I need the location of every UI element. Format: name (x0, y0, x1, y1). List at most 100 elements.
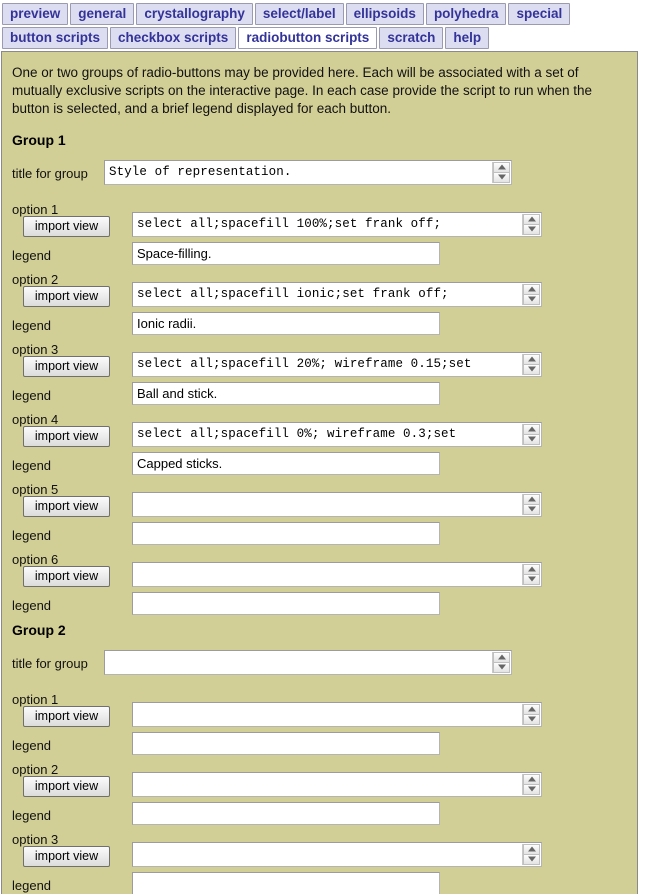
tab-button-scripts[interactable]: button scripts (2, 27, 108, 49)
legend-input[interactable]: Capped sticks. (132, 452, 440, 475)
option-row: option 1 import view (12, 692, 627, 732)
tab-polyhedra[interactable]: polyhedra (425, 3, 507, 25)
tab-preview[interactable]: preview (2, 3, 69, 25)
legend-label: legend (12, 458, 52, 473)
option-script-input-spinner[interactable] (522, 844, 540, 865)
import-view-button[interactable]: import view (23, 216, 110, 237)
option-script-input[interactable]: select all;spacefill 20%; wireframe 0.15… (132, 352, 542, 377)
spinner-down-icon[interactable] (523, 714, 540, 725)
legend-input[interactable] (132, 522, 440, 545)
import-view-button[interactable]: import view (23, 496, 110, 517)
import-view-button[interactable]: import view (23, 356, 110, 377)
import-view-button[interactable]: import view (23, 776, 110, 797)
group-title-input-value: Style of representation. (109, 165, 292, 179)
legend-input[interactable]: Ionic radii. (132, 312, 440, 335)
spinner-up-icon[interactable] (493, 162, 510, 173)
spinner-down-icon[interactable] (523, 294, 540, 305)
option-script-input[interactable] (132, 842, 542, 867)
option-script-input-value: select all;spacefill 100%;set frank off; (137, 217, 442, 231)
option-script-input-spinner[interactable] (522, 494, 540, 515)
option-script-input-spinner[interactable] (522, 354, 540, 375)
legend-row: legend (12, 592, 627, 622)
group-title-input[interactable]: Style of representation. (104, 160, 512, 185)
option-script-input-value: select all;spacefill ionic;set frank off… (137, 287, 449, 301)
option-row: option 6 import view (12, 552, 627, 592)
import-view-button[interactable]: import view (23, 286, 110, 307)
group-title-input[interactable] (104, 650, 512, 675)
tab-help[interactable]: help (445, 27, 490, 49)
legend-label: legend (12, 248, 52, 263)
import-view-button[interactable]: import view (23, 846, 110, 867)
spinner-up-icon[interactable] (493, 652, 510, 663)
tab-select-label[interactable]: select/label (254, 3, 344, 25)
legend-input-value: Space-filling. (137, 246, 212, 261)
spinner-down-icon[interactable] (493, 172, 510, 183)
legend-label: legend (12, 318, 52, 333)
option-label: option 1 (12, 692, 59, 707)
import-view-button[interactable]: import view (23, 566, 110, 587)
spinner-up-icon[interactable] (523, 564, 540, 575)
tab-ellipsoids[interactable]: ellipsoids (345, 3, 424, 25)
legend-input[interactable]: Ball and stick. (132, 382, 440, 405)
option-script-input-spinner[interactable] (522, 284, 540, 305)
tab-scratch[interactable]: scratch (379, 27, 444, 49)
spinner-up-icon[interactable] (523, 354, 540, 365)
option-label: option 3 (12, 832, 59, 847)
tab-bar[interactable]: preview general crystallography select/labe… (0, 0, 650, 51)
legend-row: legend (12, 732, 627, 762)
spinner-down-icon[interactable] (523, 504, 540, 515)
legend-input[interactable] (132, 592, 440, 615)
spinner-up-icon[interactable] (523, 494, 540, 505)
tab-general[interactable]: general (70, 3, 135, 25)
option-label: option 4 (12, 412, 59, 427)
import-view-button[interactable]: import view (23, 706, 110, 727)
import-view-button[interactable]: import view (23, 426, 110, 447)
spinner-down-icon[interactable] (523, 574, 540, 585)
tab-radiobutton-scripts[interactable]: radiobutton scripts (238, 27, 378, 49)
group-heading: Group 1 (12, 132, 66, 148)
group-title-input-spinner[interactable] (492, 162, 510, 183)
option-script-input[interactable]: select all;spacefill 0%; wireframe 0.3;s… (132, 422, 542, 447)
option-script-input[interactable] (132, 492, 542, 517)
spinner-down-icon[interactable] (523, 854, 540, 865)
option-script-input[interactable]: select all;spacefill ionic;set frank off… (132, 282, 542, 307)
option-script-input[interactable] (132, 702, 542, 727)
legend-input[interactable]: Space-filling. (132, 242, 440, 265)
spinner-down-icon[interactable] (523, 364, 540, 375)
legend-label: legend (12, 878, 52, 893)
spinner-up-icon[interactable] (523, 844, 540, 855)
spinner-up-icon[interactable] (523, 424, 540, 435)
option-script-input-spinner[interactable] (522, 774, 540, 795)
option-script-input[interactable] (132, 772, 542, 797)
option-script-input-spinner[interactable] (522, 564, 540, 585)
content-panel: One or two groups of radio-buttons may b… (1, 51, 638, 894)
legend-input[interactable] (132, 732, 440, 755)
legend-input-value: Capped sticks. (137, 456, 223, 471)
group-title-label: title for group (12, 166, 88, 181)
option-row: option 1 import view select all;spacefill … (12, 202, 627, 242)
legend-row: legend (12, 802, 627, 832)
option-label: option 2 (12, 272, 59, 287)
option-script-input-spinner[interactable] (522, 214, 540, 235)
group-title-input-spinner[interactable] (492, 652, 510, 673)
spinner-up-icon[interactable] (523, 704, 540, 715)
tab-special[interactable]: special (508, 3, 571, 25)
tab-crystallography[interactable]: crystallography (136, 3, 253, 25)
spinner-down-icon[interactable] (493, 662, 510, 673)
option-script-input[interactable]: select all;spacefill 100%;set frank off; (132, 212, 542, 237)
option-script-input[interactable] (132, 562, 542, 587)
option-script-input-spinner[interactable] (522, 704, 540, 725)
option-script-input-spinner[interactable] (522, 424, 540, 445)
legend-input[interactable] (132, 872, 440, 894)
option-label: option 1 (12, 202, 59, 217)
spinner-up-icon[interactable] (523, 284, 540, 295)
legend-input[interactable] (132, 802, 440, 825)
option-row: option 5 import view (12, 482, 627, 522)
tab-checkbox-scripts[interactable]: checkbox scripts (110, 27, 237, 49)
spinner-down-icon[interactable] (523, 224, 540, 235)
spinner-up-icon[interactable] (523, 774, 540, 785)
spinner-down-icon[interactable] (523, 784, 540, 795)
spinner-down-icon[interactable] (523, 434, 540, 445)
spinner-up-icon[interactable] (523, 214, 540, 225)
